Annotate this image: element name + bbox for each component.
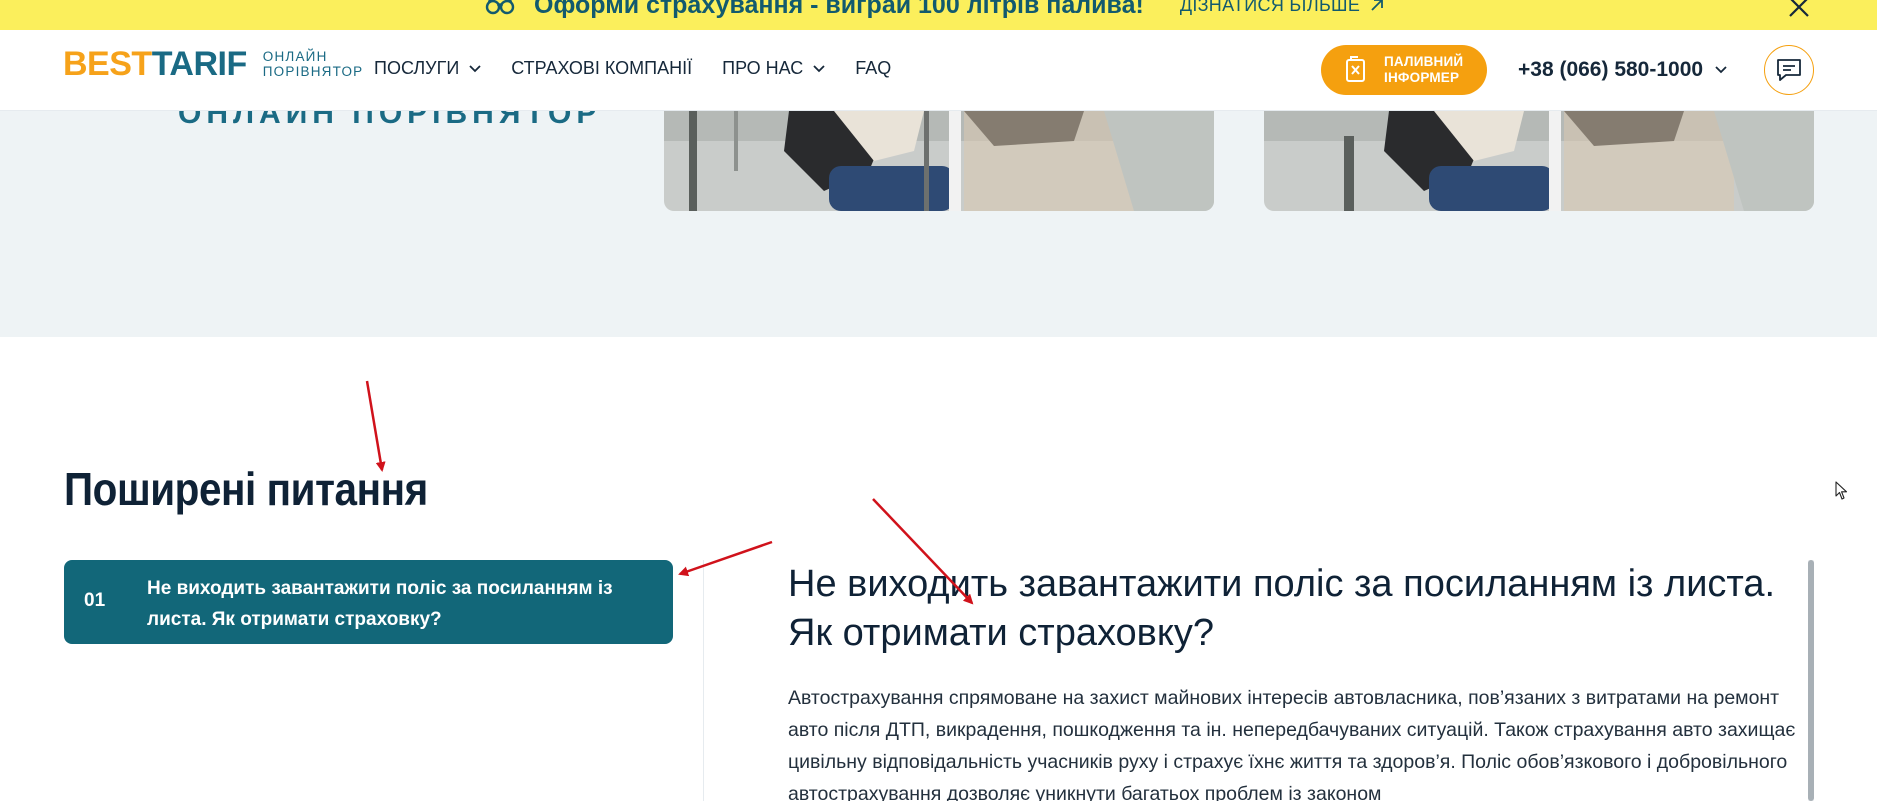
hero-image-travel (664, 111, 1214, 211)
logo-wordmark: BESTTARIF (63, 47, 247, 81)
hero-image-travel-2 (1264, 111, 1814, 211)
faq-question-text: Не виходить завантажити поліс за посилан… (147, 578, 613, 630)
nav-about-label: ПРО НАС (722, 58, 804, 78)
chevron-down-icon (813, 64, 825, 72)
faq-question-item[interactable]: 01 Не виходить завантажити поліс за поси… (64, 560, 673, 644)
main-nav: ПОСЛУГИ СТРАХОВІ КОМПАНІЇ ПРО НАС FAQ (374, 58, 921, 79)
fuel-label-line-1: ПАЛИВНИЙ (1384, 54, 1464, 69)
faq-divider (703, 560, 704, 801)
nav-insurance-companies-label: СТРАХОВІ КОМПАНІЇ (511, 58, 693, 78)
site-header: BESTTARIF ОНЛАЙН ПОРІВНЯТОР ПОСЛУГИ СТРА… (0, 30, 1877, 111)
logo-sub-line-2: ПОРІВНЯТОР (262, 64, 364, 79)
fuel-informer-button[interactable]: ПАЛИВНИЙ ІНФОРМЕР (1321, 45, 1487, 95)
logo-sub-line-1: ОНЛАЙН (262, 49, 328, 64)
fuel-informer-label: ПАЛИВНИЙ ІНФОРМЕР (1384, 54, 1463, 86)
annotation-arrow-title (365, 380, 386, 472)
hero-section: ОНЛАЙН ПОРІВНЯТОР (0, 111, 1877, 337)
promo-banner: Оформи страхування - виграй 100 літрів п… (0, 0, 1877, 30)
nav-services-label: ПОСЛУГИ (374, 58, 460, 78)
nav-about[interactable]: ПРО НАС (722, 58, 825, 79)
faq-answer-body: Автострахування спрямоване на захист май… (788, 687, 1796, 801)
answer-scrollbar-thumb[interactable] (1808, 560, 1814, 801)
chevron-down-icon (469, 64, 481, 72)
promo-learn-more-link[interactable]: ДІЗНАТИСЯ БІЛЬШЕ (1180, 0, 1384, 16)
fuel-can-icon (1346, 56, 1365, 82)
close-icon[interactable] (1786, 0, 1812, 20)
nav-services[interactable]: ПОСЛУГИ (374, 58, 481, 79)
promo-text: Оформи страхування - виграй 100 літрів п… (534, 0, 1144, 19)
nav-faq[interactable]: FAQ (855, 58, 891, 79)
promo-link-label: ДІЗНАТИСЯ БІЛЬШЕ (1179, 0, 1361, 15)
faq-answer-title: Не виходить завантажити поліс за посилан… (788, 563, 1776, 654)
chat-button[interactable] (1764, 45, 1814, 95)
promo-content: Оформи страхування - виграй 100 літрів п… (484, 0, 1384, 20)
logo[interactable]: BESTTARIF ОНЛАЙН ПОРІВНЯТОР (63, 47, 363, 81)
logo-tarif: TARIF (151, 45, 248, 83)
phone-number: +38 (066) 580-1000 (1518, 58, 1704, 81)
faq-title: Поширені питання (64, 463, 428, 515)
faq-question-number: 01 (84, 590, 106, 611)
chevron-down-icon (1715, 66, 1727, 74)
nav-insurance-companies[interactable]: СТРАХОВІ КОМПАНІЇ (511, 58, 692, 79)
fuel-label-line-2: ІНФОРМЕР (1384, 70, 1460, 85)
chat-icon (1777, 59, 1801, 81)
mouse-cursor-icon (1835, 481, 1848, 500)
arrow-up-right-icon (1371, 0, 1384, 11)
logo-subtitle: ОНЛАЙН ПОРІВНЯТОР (263, 49, 364, 79)
logo-best: BEST (63, 45, 152, 83)
phone-dropdown[interactable]: +38 (066) 580-1000 (1518, 58, 1727, 82)
nav-faq-label: FAQ (855, 58, 892, 78)
binoculars-icon (485, 0, 515, 15)
hero-subtitle: ОНЛАЙН ПОРІВНЯТОР (178, 111, 602, 130)
annotation-arrow-question (678, 540, 773, 577)
